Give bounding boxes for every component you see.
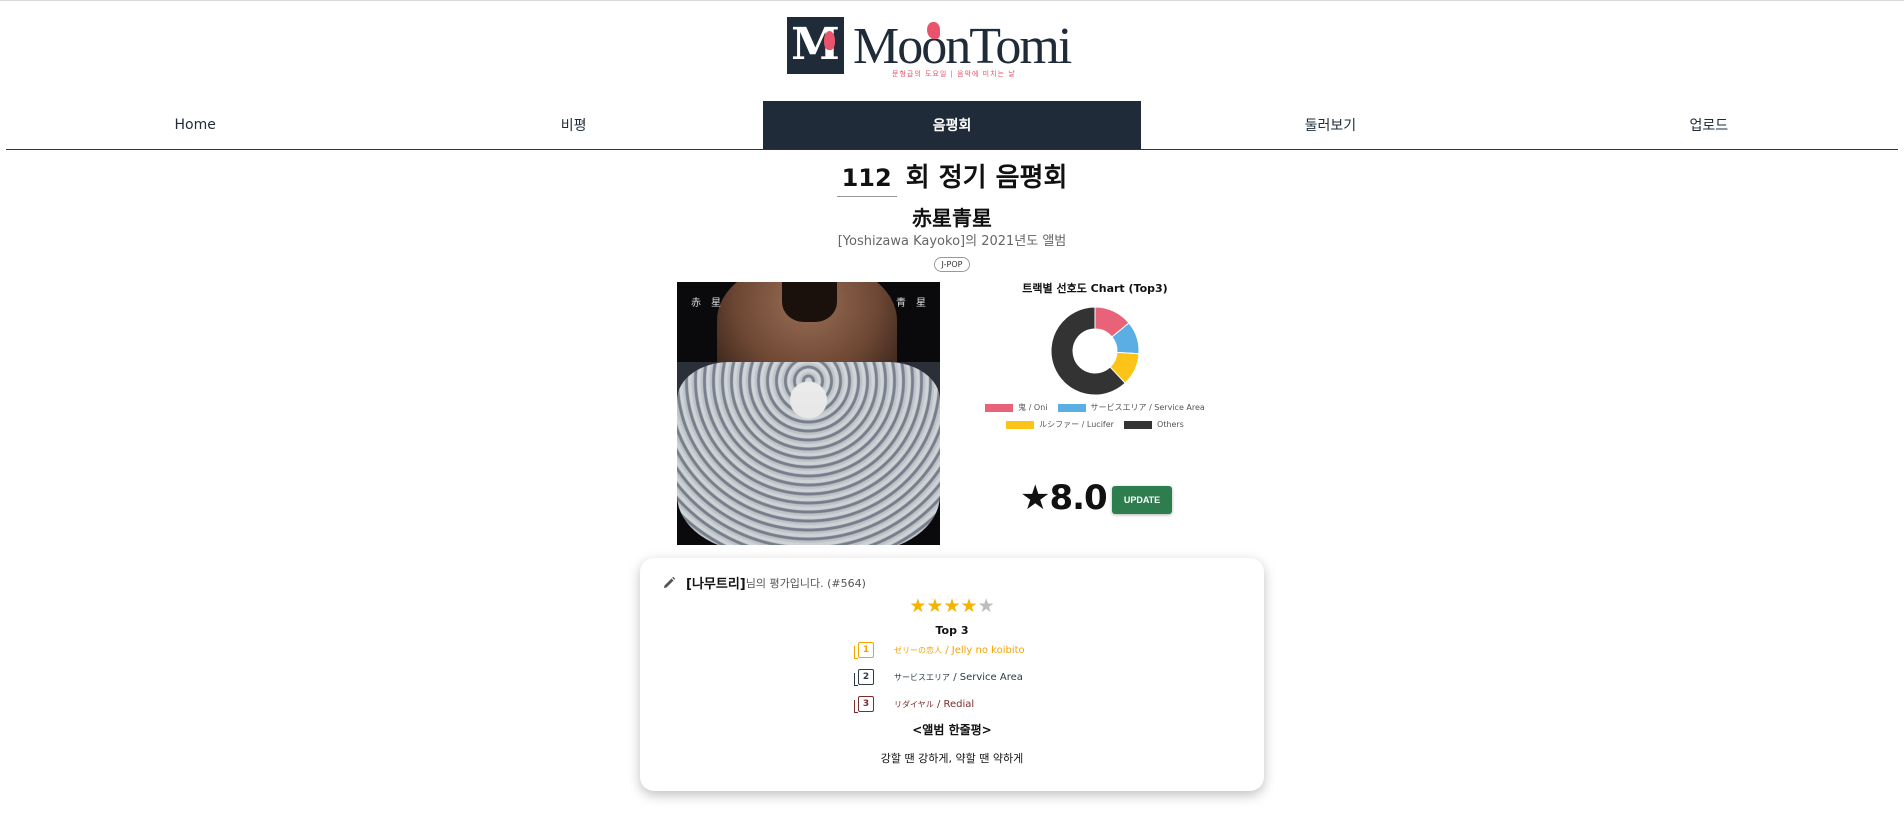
cover-hair (782, 282, 837, 322)
legend-label: 鬼 / Oni (1018, 403, 1048, 412)
cover-text-right: 青 星 (896, 298, 926, 309)
donut-chart (1050, 306, 1140, 396)
nav-item-browse[interactable]: 둘러보기 (1141, 101, 1519, 149)
star-icon-filled: ★ (926, 595, 944, 617)
genre-wrap: J-POP (0, 252, 1904, 272)
nav-item-listening-session[interactable]: 음평회 (762, 101, 1142, 149)
cover-text-left: 赤 星 (691, 298, 721, 309)
chart-title: 트랙별 선호도 Chart (Top3) (1022, 282, 1168, 295)
track-name: リダイヤル / Redial (894, 699, 974, 710)
track-name-jp: サービスエリア (894, 672, 950, 682)
main-nav: Home 비평 음평회 둘러보기 업로드 (6, 101, 1898, 150)
nav-item-review[interactable]: 비평 (384, 101, 762, 149)
legend-row: ルシファー / Lucifer Others (975, 419, 1215, 430)
average-score: ★8.0 (1020, 478, 1108, 518)
genre-badge: J-POP (933, 257, 971, 272)
site-logo[interactable]: M MoonTomi 문형급의 도요일 | 음악에 미치는 날 (787, 17, 1107, 83)
track-name: ゼリーの恋人 / Jelly no koibito (894, 645, 1025, 656)
logo-mark-letter: M (791, 19, 840, 70)
rank-1-icon: 1 (854, 642, 874, 659)
logo-wordmark: MoonTomi (853, 17, 1072, 77)
page-heading: 112 회 정기 음평회 (0, 160, 1904, 197)
nav-item-home[interactable]: Home (6, 101, 384, 149)
issue-number: 112 (836, 160, 897, 197)
logo-mark: M (787, 17, 844, 74)
rating-stars: ★★★★★ (640, 595, 1264, 617)
page-title: 회 정기 음평회 (905, 163, 1068, 193)
album-cover: 赤 星 青 星 (677, 282, 940, 545)
top-border (0, 0, 1904, 1)
album-title: 赤星青星 (912, 206, 992, 230)
legend-label: Others (1156, 420, 1184, 429)
logo-subtitle: 문형급의 도요일 | 음악에 미치는 날 (892, 70, 1016, 78)
legend-swatch (1006, 420, 1035, 429)
logo-wordmark-text: MoonTomi (853, 18, 1072, 75)
star-icon-empty: ★ (977, 595, 995, 617)
legend-item-lucifer[interactable]: ルシファー / Lucifer (1006, 419, 1114, 430)
reviewer-name: [나무트리] (686, 577, 746, 592)
track-name: サービスエリア / Service Area (894, 672, 1023, 683)
artist-line: [Yoshizawa Kayoko]의 2021년도 앨범 (837, 234, 1067, 249)
track-name-en: Jelly no koibito (951, 644, 1025, 656)
bird-icon (824, 31, 835, 50)
legend-swatch (1057, 403, 1086, 412)
legend-label: サービスエリア / Service Area (1090, 403, 1205, 412)
rank-2-icon: 2 (854, 669, 874, 686)
track-name-jp: ゼリーの恋人 (894, 645, 942, 655)
legend-swatch (985, 403, 1014, 412)
star-icon-filled: ★ (960, 595, 978, 617)
legend-swatch (1123, 420, 1152, 429)
one-line-review: 강할 땐 강하게, 약할 땐 약하게 (880, 752, 1024, 765)
update-button[interactable]: UPDATE (1112, 486, 1172, 514)
legend-row: 鬼 / Oni サービスエリア / Service Area (975, 402, 1215, 413)
chart-legend: 鬼 / Oni サービスエリア / Service Area ルシファー / L… (975, 402, 1215, 436)
nav-item-upload[interactable]: 업로드 (1520, 101, 1898, 149)
track-name-en: Service Area (959, 671, 1023, 683)
top-track-2: 2 サービスエリア / Service Area (854, 669, 1023, 686)
top3-label: Top 3 (935, 624, 969, 637)
legend-label: ルシファー / Lucifer (1039, 420, 1114, 429)
one-line-review-title: <앨범 한줄평> (912, 723, 992, 737)
cover-lace (677, 362, 940, 545)
star-icon-filled: ★ (943, 595, 961, 617)
track-name-jp: リダイヤル (894, 699, 934, 709)
top-track-3: 3 リダイヤル / Redial (854, 696, 974, 713)
legend-item-service-area[interactable]: サービスエリア / Service Area (1057, 402, 1205, 413)
reviewer-suffix: 님의 평가입니다. (#564) (745, 576, 866, 590)
review-card: [나무트리] 님의 평가입니다. (#564) ★★★★★ Top 3 1 ゼリ… (640, 558, 1264, 791)
top-track-1: 1 ゼリーの恋人 / Jelly no koibito (854, 642, 1025, 659)
legend-item-oni[interactable]: 鬼 / Oni (985, 402, 1048, 413)
red-bird-icon (927, 22, 940, 39)
legend-item-others[interactable]: Others (1123, 419, 1184, 430)
star-icon-filled: ★ (909, 595, 927, 617)
track-name-en: Redial (943, 698, 975, 710)
reviewer-line: [나무트리] 님의 평가입니다. (#564) (662, 573, 866, 592)
rank-3-icon: 3 (854, 696, 874, 713)
pencil-icon[interactable] (662, 576, 676, 590)
